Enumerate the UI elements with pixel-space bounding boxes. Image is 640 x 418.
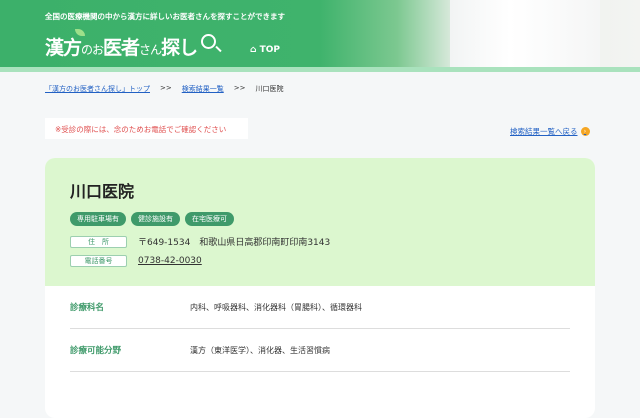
arrow-right-icon: › xyxy=(580,127,590,136)
site-tagline: 全国の医療機関の中から漢方に詳しいお医者さんを探すことができます xyxy=(45,12,285,21)
tag-homecare: 在宅医療可 xyxy=(185,212,234,226)
phone-label: 電話番号 xyxy=(70,255,127,267)
info-value: 漢方（東洋医学）、消化器、生活習慣病 xyxy=(190,345,330,355)
phone-link[interactable]: 0738-42-0030 xyxy=(138,256,202,266)
info-key: 診療可能分野 xyxy=(70,346,122,356)
search-icon xyxy=(201,34,216,49)
site-header: 全国の医療機関の中から漢方に詳しいお医者さんを探すことができます 漢方のお医者さ… xyxy=(0,0,640,67)
notice-text: ※受診の際には、念のためお電話でご確認ください xyxy=(45,118,248,139)
back-to-results-link[interactable]: 検索結果一覧へ戻る › xyxy=(510,126,590,137)
clinic-card: 川口医院 専用駐車場有 健診施設有 在宅医療可 住 所 〒649-1534 和歌山… xyxy=(45,158,595,418)
breadcrumb-home[interactable]: 「漢方のお医者さん探し」トップ xyxy=(45,84,150,94)
tag-parking: 専用駐車場有 xyxy=(70,212,126,226)
info-row: 診療可能分野 漢方（東洋医学）、消化器、生活習慣病 xyxy=(70,329,570,372)
site-logo[interactable]: 漢方のお医者さん探し xyxy=(45,33,198,60)
back-link-label: 検索結果一覧へ戻る xyxy=(510,127,578,136)
info-value: 内科、呼吸器科、消化器科（胃腸科）、循環器科 xyxy=(190,302,362,312)
clinic-name: 川口医院 xyxy=(70,182,135,201)
info-key: 診療科名 xyxy=(70,303,105,313)
home-icon: ⌂ xyxy=(250,45,260,55)
address-label: 住 所 xyxy=(70,235,127,248)
top-link[interactable]: ⌂ TOP xyxy=(250,45,280,55)
breadcrumb-current: 川口医院 xyxy=(255,85,284,93)
breadcrumb-separator: >> xyxy=(233,84,246,92)
tag-checkup: 健診施設有 xyxy=(131,212,180,226)
header-stripe xyxy=(0,67,640,72)
address-value: 〒649-1534 和歌山県日高郡印南町印南3143 xyxy=(138,238,331,248)
info-row: 診療科名 内科、呼吸器科、消化器科（胃腸科）、循環器科 xyxy=(70,286,570,329)
breadcrumb-separator: >> xyxy=(160,84,172,92)
header-doctor-image xyxy=(450,0,600,67)
breadcrumb-results[interactable]: 検索結果一覧 xyxy=(182,84,224,94)
breadcrumb: 「漢方のお医者さん探し」トップ >> 検索結果一覧 >> 川口医院 xyxy=(45,84,283,94)
